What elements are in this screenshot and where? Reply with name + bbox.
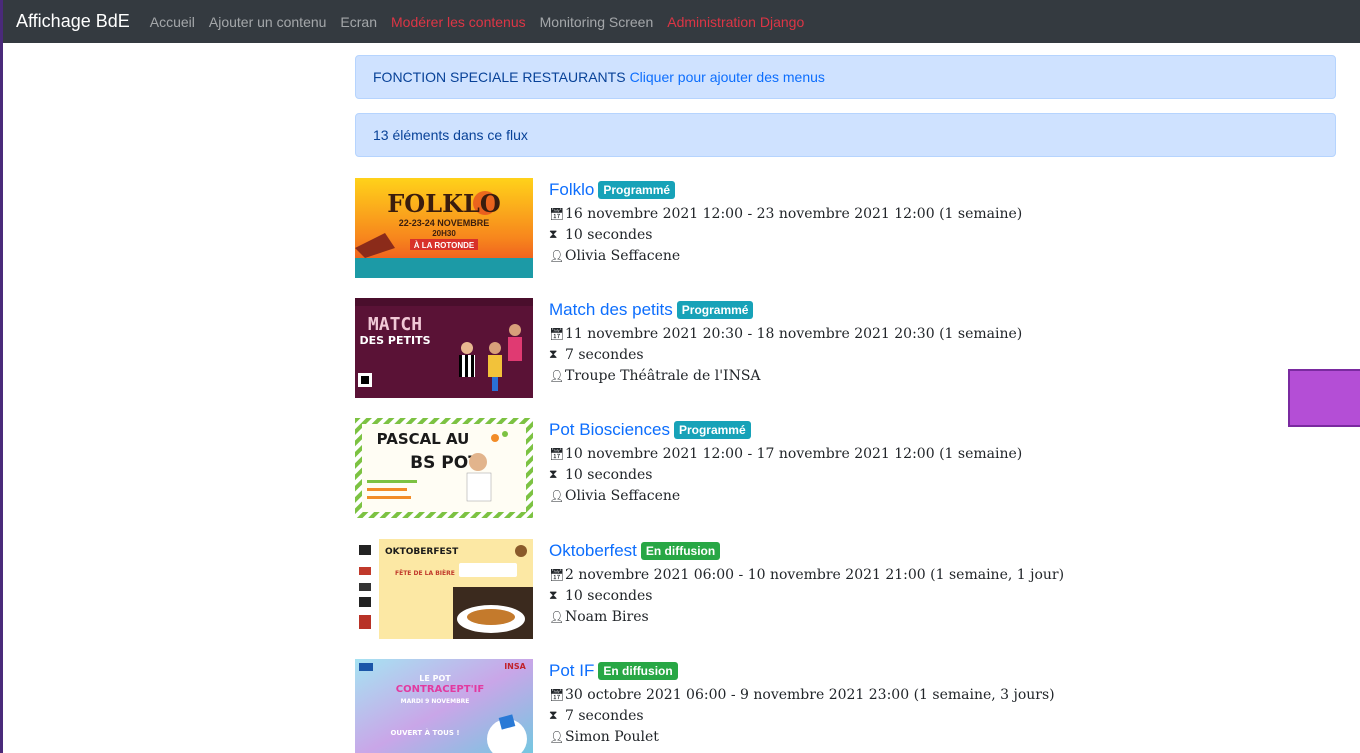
person-icon: 👤︎ [549,609,565,624]
hourglass-icon: ⧗ [549,708,558,722]
calendar-icon: 📅︎ [549,326,565,341]
svg-text:20H30: 20H30 [432,229,456,238]
content-title[interactable]: Match des petits [549,300,673,320]
content-dates: 10 novembre 2021 12:00 - 17 novembre 202… [565,445,1023,462]
status-badge: En diffusion [598,662,678,680]
content-dates: 30 octobre 2021 06:00 - 9 novembre 2021 … [565,686,1055,703]
svg-text:À LA ROTONDE: À LA ROTONDE [414,241,475,250]
status-badge: Programmé [598,181,676,199]
content-info: Folklo Programmé 📅︎ 16 novembre 2021 12:0… [549,178,1249,266]
person-icon: 👤︎ [549,248,565,263]
content-author: Simon Poulet [565,728,659,745]
thumb-heading: MATCH [368,314,422,335]
content-thumbnail[interactable]: INSA LE POT CONTRACEPT'IF MARDI 9 NOVEMB… [355,659,533,753]
floating-overlay-tab[interactable] [1288,369,1360,427]
nav-link-administration-django[interactable]: Administration Django [667,14,804,30]
nav-link-accueil[interactable]: Accueil [150,14,195,30]
content-thumbnail[interactable]: OKTOBERFEST FÊTE DE LA BIÈRE [355,539,533,639]
add-menus-link[interactable]: Cliquer pour ajouter des menus [630,69,825,85]
svg-text:MARDI 9 NOVEMBRE: MARDI 9 NOVEMBRE [401,698,470,705]
content-dates: 11 novembre 2021 20:30 - 18 novembre 202… [565,325,1023,342]
svg-text:22-23-24 NOVEMBRE: 22-23-24 NOVEMBRE [399,218,490,228]
svg-text:CONTRACEPT'IF: CONTRACEPT'IF [396,684,484,695]
content-dates: 16 novembre 2021 12:00 - 23 novembre 202… [565,205,1023,222]
content-thumbnail[interactable]: FOLKLO 22-23-24 NOVEMBRE 20H30 À LA ROTO… [355,178,533,278]
nav-link-ecran[interactable]: Ecran [340,14,377,30]
top-navbar: Affichage BdE Accueil Ajouter un contenu… [3,0,1360,43]
content-dates: 2 novembre 2021 06:00 - 10 novembre 2021… [565,566,1065,583]
content-duration: 10 secondes [565,226,653,243]
svg-text:INSA: INSA [504,662,526,671]
calendar-icon: 📅︎ [549,206,565,221]
hourglass-icon: ⧗ [549,227,558,241]
calendar-icon: 📅︎ [549,446,565,461]
nav-link-ajouter-contenu[interactable]: Ajouter un contenu [209,14,327,30]
content-duration: 7 secondes [565,707,644,724]
content-author: Troupe Théâtrale de l'INSA [565,367,761,384]
content-title[interactable]: Oktoberfest [549,541,637,561]
navbar-brand[interactable]: Affichage BdE [16,11,130,32]
content-thumbnail[interactable]: MATCH DES PETITS [355,298,533,398]
content-title[interactable]: Folklo [549,180,594,200]
calendar-icon: 📅︎ [549,567,565,582]
restaurants-alert-text: FONCTION SPECIALE RESTAURANTS [373,69,626,85]
content-author: Noam Bires [565,608,649,625]
status-badge: Programmé [673,421,751,439]
svg-text:OUVERT À TOUS !: OUVERT À TOUS ! [390,728,459,737]
hourglass-icon: ⧗ [549,347,558,361]
flux-count-text: 13 éléments dans ce flux [373,127,528,143]
person-icon: 👤︎ [549,488,565,503]
thumb-heading: FOLKLO [387,189,500,218]
content-info: Match des petits Programmé 📅︎ 11 novembre… [549,298,1249,386]
person-icon: 👤︎ [549,368,565,383]
content-title[interactable]: Pot Biosciences [549,420,670,440]
content-info: Oktoberfest En diffusion 📅︎ 2 novembre 20… [549,539,1249,627]
svg-text:FÊTE DE LA BIÈRE: FÊTE DE LA BIÈRE [395,569,455,577]
hourglass-icon: ⧗ [549,588,558,602]
hourglass-icon: ⧗ [549,467,558,481]
nav-link-moderer-contenus[interactable]: Modérer les contenus [391,14,526,30]
flux-count-alert: 13 éléments dans ce flux [355,113,1336,157]
thumb-heading: LE POT [419,674,451,683]
content-duration: 10 secondes [565,466,653,483]
content-title[interactable]: Pot IF [549,661,594,681]
content-author: Olivia Seffacene [565,247,681,264]
restaurants-alert: FONCTION SPECIALE RESTAURANTS Cliquer po… [355,55,1336,99]
status-badge: En diffusion [640,542,721,560]
thumb-heading: OKTOBERFEST [385,547,459,557]
content-duration: 7 secondes [565,346,644,363]
status-badge: Programmé [676,301,754,319]
svg-text:DES PETITS: DES PETITS [360,334,431,347]
content-duration: 10 secondes [565,587,653,604]
calendar-icon: 📅︎ [549,687,565,702]
content-author: Olivia Seffacene [565,487,681,504]
content-info: Pot Biosciences Programmé 📅︎ 10 novembre … [549,418,1249,506]
content-info: Pot IF En diffusion 📅︎ 30 octobre 2021 06… [549,659,1249,747]
content-thumbnail[interactable]: PASCAL AU BS POT [355,418,533,518]
nav-link-monitoring-screen[interactable]: Monitoring Screen [540,14,654,30]
person-icon: 👤︎ [549,729,565,744]
thumb-heading: PASCAL AU [377,430,470,448]
